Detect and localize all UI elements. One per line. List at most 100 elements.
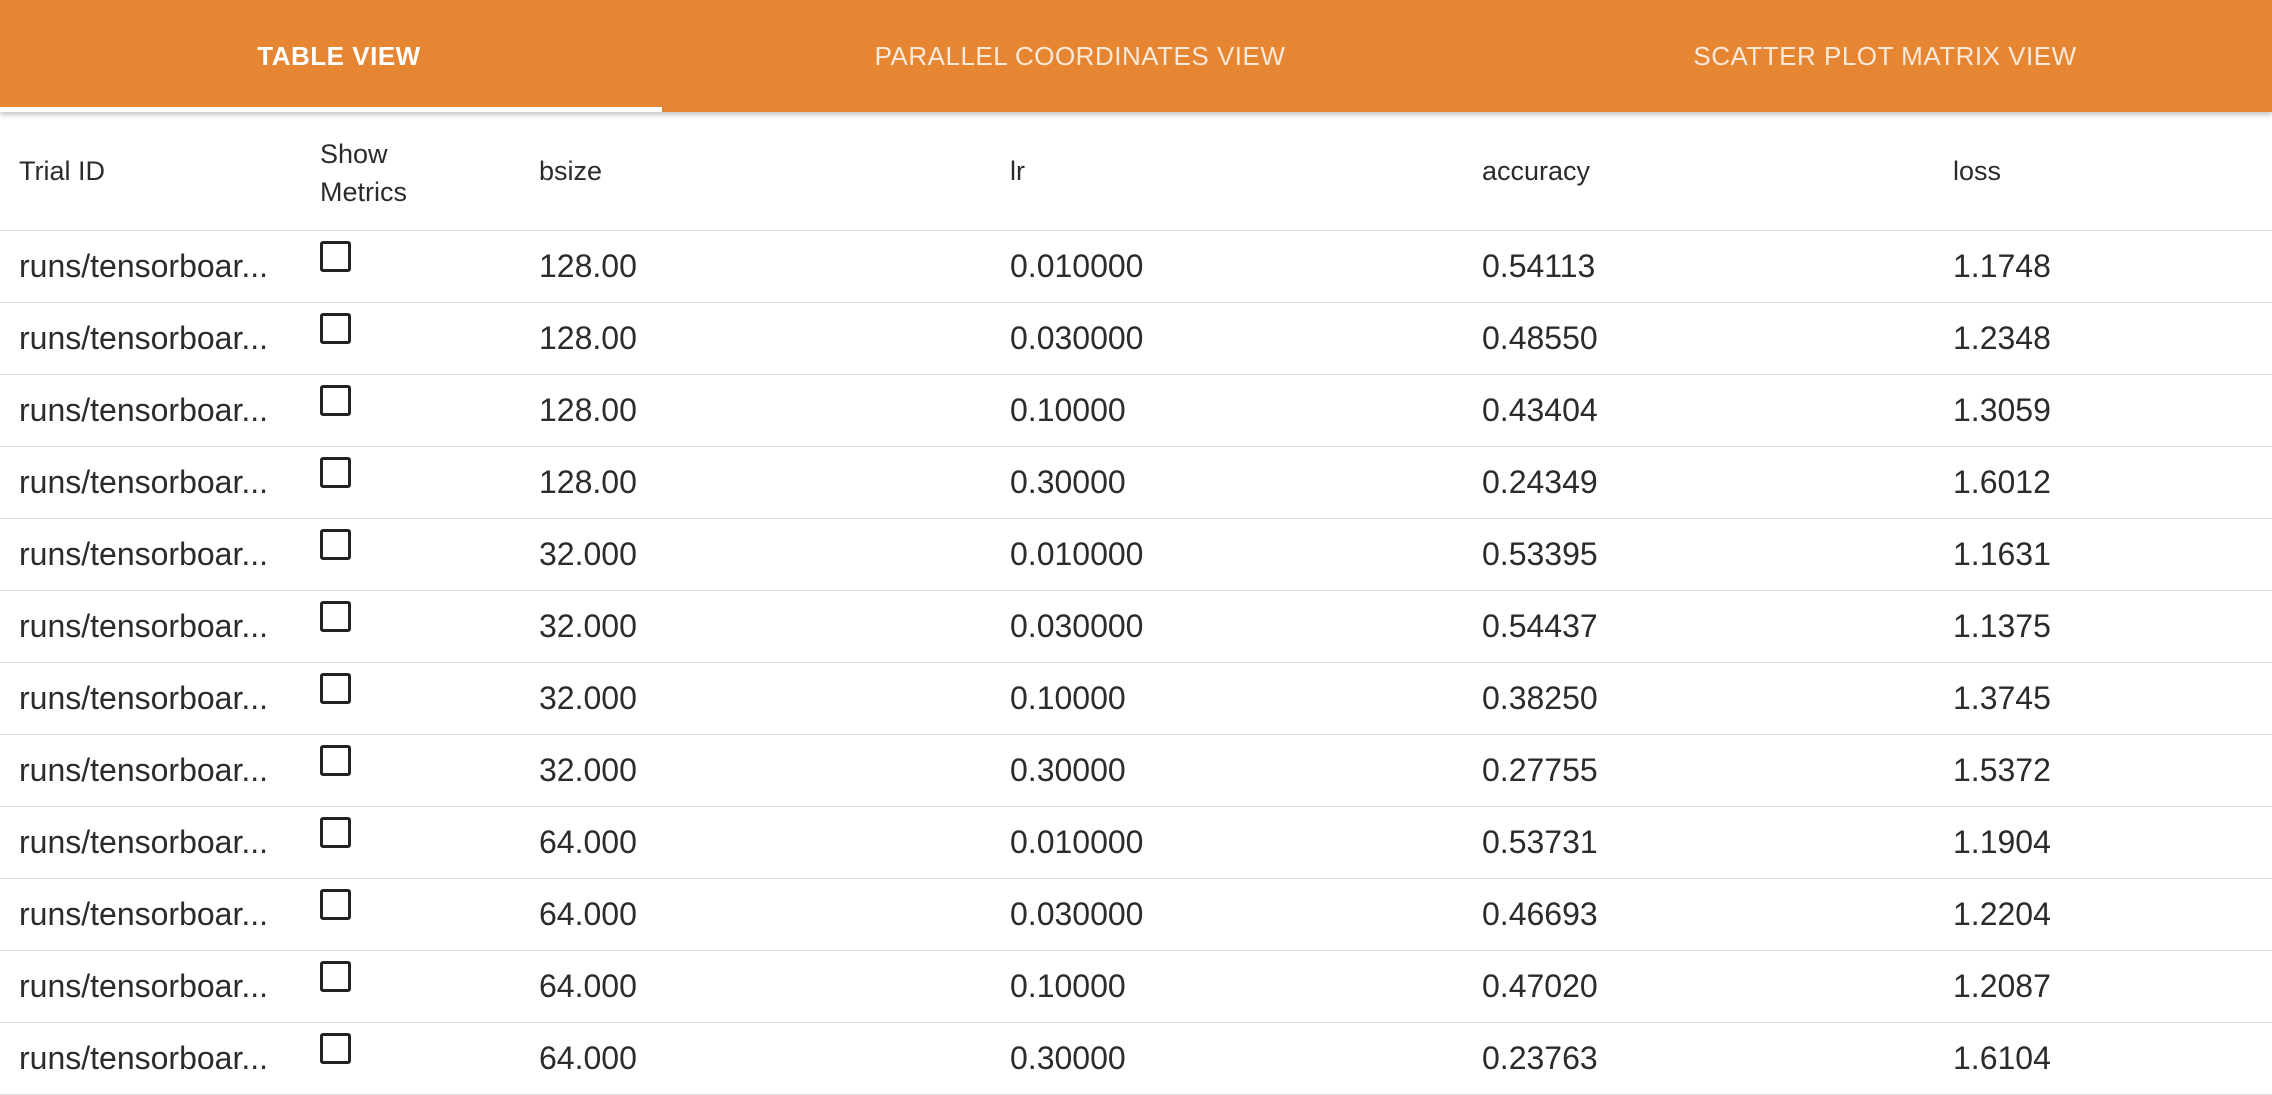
table-row: runs/tensorboar... 64.000 0.10000 0.47020 1.…: [0, 950, 2272, 1023]
trial-id-cell[interactable]: runs/tensorboar...: [0, 230, 320, 303]
table-row: runs/tensorboar... 64.000 0.030000 0.46693 1…: [0, 878, 2272, 951]
column-header-accuracy[interactable]: accuracy: [1482, 112, 1953, 231]
bsize-cell: 32.000: [539, 662, 1010, 735]
trial-id-cell[interactable]: runs/tensorboar...: [0, 446, 320, 519]
bsize-cell: 32.000: [539, 518, 1010, 591]
loss-cell: 1.2087: [1953, 950, 2272, 1023]
trial-id-cell[interactable]: runs/tensorboar...: [0, 374, 320, 447]
show-metrics-checkbox[interactable]: [320, 529, 351, 560]
table-row: runs/tensorboar... 128.00 0.030000 0.48550 1…: [0, 302, 2272, 375]
table-row: runs/tensorboar... 64.000 0.30000 0.23763 1.…: [0, 1022, 2272, 1095]
view-tab-bar: TABLE VIEW PARALLEL COORDINATES VIEW SCA…: [0, 0, 2272, 112]
column-header-lr[interactable]: lr: [1010, 112, 1482, 231]
accuracy-cell: 0.47020: [1482, 950, 1953, 1023]
trial-id-cell[interactable]: runs/tensorboar...: [0, 734, 320, 807]
show-metrics-checkbox[interactable]: [320, 1033, 351, 1064]
loss-cell: 1.5372: [1953, 734, 2272, 807]
table-row: runs/tensorboar... 32.000 0.10000 0.38250 1.…: [0, 662, 2272, 735]
bsize-cell: 64.000: [539, 878, 1010, 951]
loss-cell: 1.3745: [1953, 662, 2272, 735]
lr-cell: 0.10000: [1010, 662, 1482, 735]
table-row: runs/tensorboar... 128.00 0.010000 0.54113 1…: [0, 230, 2272, 303]
bsize-cell: 64.000: [539, 806, 1010, 879]
show-metrics-cell: [320, 590, 539, 663]
loss-cell: 1.1904: [1953, 806, 2272, 879]
accuracy-cell: 0.38250: [1482, 662, 1953, 735]
show-metrics-checkbox[interactable]: [320, 889, 351, 920]
accuracy-cell: 0.27755: [1482, 734, 1953, 807]
accuracy-cell: 0.43404: [1482, 374, 1953, 447]
show-metrics-cell: [320, 878, 539, 951]
table-row: runs/tensorboar... 32.000 0.030000 0.54437 1…: [0, 590, 2272, 663]
table-header-row: Trial ID Show Metrics bsize lr accuracy …: [0, 112, 2272, 231]
column-header-trial-id[interactable]: Trial ID: [0, 112, 320, 231]
accuracy-cell: 0.23763: [1482, 1022, 1953, 1095]
loss-cell: 1.1631: [1953, 518, 2272, 591]
show-metrics-cell: [320, 662, 539, 735]
column-header-bsize[interactable]: bsize: [539, 112, 1010, 231]
trial-id-cell[interactable]: runs/tensorboar...: [0, 950, 320, 1023]
show-metrics-cell: [320, 806, 539, 879]
trial-id-cell[interactable]: runs/tensorboar...: [0, 590, 320, 663]
show-metrics-checkbox[interactable]: [320, 385, 351, 416]
lr-cell: 0.030000: [1010, 878, 1482, 951]
show-metrics-cell: [320, 446, 539, 519]
bsize-cell: 64.000: [539, 950, 1010, 1023]
column-header-show-metrics-line1: Show: [320, 139, 388, 169]
tab-table-view[interactable]: TABLE VIEW: [0, 0, 662, 112]
loss-cell: 1.6104: [1953, 1022, 2272, 1095]
column-header-show-metrics: Show Metrics: [320, 112, 539, 231]
bsize-cell: 128.00: [539, 446, 1010, 519]
lr-cell: 0.030000: [1010, 302, 1482, 375]
show-metrics-checkbox[interactable]: [320, 241, 351, 272]
show-metrics-checkbox[interactable]: [320, 961, 351, 992]
accuracy-cell: 0.48550: [1482, 302, 1953, 375]
lr-cell: 0.10000: [1010, 374, 1482, 447]
lr-cell: 0.030000: [1010, 590, 1482, 663]
show-metrics-cell: [320, 374, 539, 447]
loss-cell: 1.2204: [1953, 878, 2272, 951]
show-metrics-checkbox[interactable]: [320, 313, 351, 344]
trial-id-cell[interactable]: runs/tensorboar...: [0, 1022, 320, 1095]
tab-parallel-coordinates-view[interactable]: PARALLEL COORDINATES VIEW: [662, 0, 1498, 112]
trial-id-cell[interactable]: runs/tensorboar...: [0, 806, 320, 879]
trial-id-cell[interactable]: runs/tensorboar...: [0, 662, 320, 735]
lr-cell: 0.30000: [1010, 734, 1482, 807]
bsize-cell: 64.000: [539, 1022, 1010, 1095]
show-metrics-cell: [320, 518, 539, 591]
trials-table: Trial ID Show Metrics bsize lr accuracy …: [0, 112, 2272, 1095]
lr-cell: 0.010000: [1010, 806, 1482, 879]
show-metrics-checkbox[interactable]: [320, 673, 351, 704]
show-metrics-checkbox[interactable]: [320, 601, 351, 632]
accuracy-cell: 0.53731: [1482, 806, 1953, 879]
accuracy-cell: 0.46693: [1482, 878, 1953, 951]
bsize-cell: 128.00: [539, 302, 1010, 375]
table-row: runs/tensorboar... 64.000 0.010000 0.53731 1…: [0, 806, 2272, 879]
column-header-show-metrics-line2: Metrics: [320, 177, 407, 207]
tab-label: TABLE VIEW: [257, 40, 421, 71]
bsize-cell: 32.000: [539, 734, 1010, 807]
tab-label: PARALLEL COORDINATES VIEW: [874, 40, 1286, 71]
active-tab-indicator: [0, 107, 662, 112]
tab-label: SCATTER PLOT MATRIX VIEW: [1693, 40, 2077, 71]
trial-id-cell[interactable]: runs/tensorboar...: [0, 878, 320, 951]
table-row: runs/tensorboar... 32.000 0.010000 0.53395 1…: [0, 518, 2272, 591]
show-metrics-checkbox[interactable]: [320, 817, 351, 848]
table-row: runs/tensorboar... 128.00 0.10000 0.43404 1.…: [0, 374, 2272, 447]
trial-id-cell[interactable]: runs/tensorboar...: [0, 518, 320, 591]
show-metrics-checkbox[interactable]: [320, 457, 351, 488]
accuracy-cell: 0.54113: [1482, 230, 1953, 303]
table-row: runs/tensorboar... 32.000 0.30000 0.27755 1.…: [0, 734, 2272, 807]
show-metrics-cell: [320, 230, 539, 303]
column-header-loss[interactable]: loss: [1953, 112, 2272, 231]
show-metrics-checkbox[interactable]: [320, 745, 351, 776]
accuracy-cell: 0.54437: [1482, 590, 1953, 663]
tab-scatter-plot-matrix-view[interactable]: SCATTER PLOT MATRIX VIEW: [1498, 0, 2272, 112]
show-metrics-cell: [320, 950, 539, 1023]
accuracy-cell: 0.24349: [1482, 446, 1953, 519]
bsize-cell: 128.00: [539, 230, 1010, 303]
lr-cell: 0.30000: [1010, 1022, 1482, 1095]
show-metrics-cell: [320, 302, 539, 375]
loss-cell: 1.6012: [1953, 446, 2272, 519]
trial-id-cell[interactable]: runs/tensorboar...: [0, 302, 320, 375]
